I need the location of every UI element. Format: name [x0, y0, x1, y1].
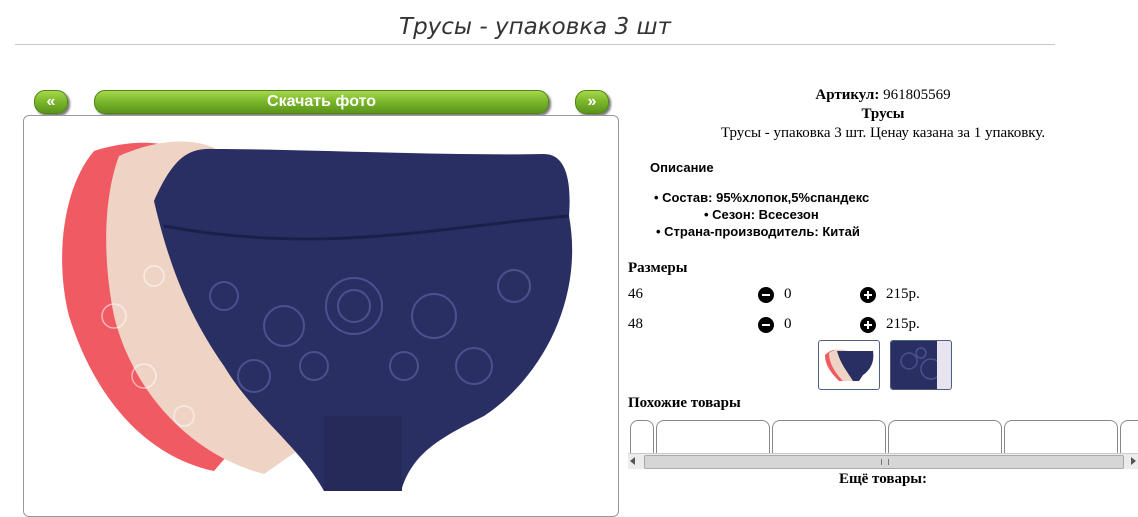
- quantity-value: 0: [784, 286, 792, 302]
- size-value: 46: [628, 286, 643, 302]
- download-photo-button[interactable]: Скачать фото: [94, 90, 549, 114]
- product-image: [62, 141, 573, 491]
- thumbnail-image: [891, 341, 951, 389]
- product-short-description: Трусы - упаковка 3 шт. Ценау казана за 1…: [720, 125, 1046, 141]
- scroll-left-icon[interactable]: [630, 457, 635, 465]
- title-divider: [15, 44, 1055, 45]
- horizontal-scrollbar[interactable]: [628, 453, 1138, 469]
- article-value: 961805569: [883, 87, 951, 103]
- detail-item: • Состав: 95%хлопок,5%спандекс: [654, 190, 870, 205]
- thumbnail-1[interactable]: [818, 340, 880, 390]
- similar-product-card[interactable]: [656, 420, 770, 456]
- detail-item: • Страна-производитель: Китай: [656, 224, 860, 239]
- minus-icon[interactable]: [758, 317, 774, 333]
- plus-icon[interactable]: [860, 287, 876, 303]
- product-photo[interactable]: [23, 115, 619, 517]
- scrollbar-thumb[interactable]: [644, 455, 1124, 469]
- article-label: Артикул:: [815, 87, 880, 103]
- sizes-heading: Размеры: [628, 260, 688, 276]
- prev-photo-button[interactable]: «: [34, 90, 68, 114]
- scroll-right-icon[interactable]: [1131, 457, 1136, 465]
- page-title: Трусы - упаковка 3 шт: [399, 14, 671, 40]
- quantity-value: 0: [784, 316, 792, 332]
- similar-product-card[interactable]: [1120, 420, 1138, 456]
- thumbnail-2[interactable]: [890, 340, 952, 390]
- price-value: 215р.: [886, 316, 920, 332]
- detail-item: • Сезон: Всесезон: [704, 207, 819, 222]
- description-heading: Описание: [650, 160, 714, 175]
- similar-product-card[interactable]: [630, 420, 654, 456]
- thumbnail-image: [825, 349, 874, 381]
- plus-icon[interactable]: [860, 317, 876, 333]
- price-value: 215р.: [886, 286, 920, 302]
- more-products-heading: Ещё товары:: [838, 471, 928, 487]
- minus-icon[interactable]: [758, 287, 774, 303]
- grip-icon: [881, 459, 889, 465]
- next-photo-button[interactable]: »: [575, 90, 609, 114]
- similar-products-heading: Похожие товары: [628, 395, 741, 411]
- similar-product-card[interactable]: [888, 420, 1002, 456]
- similar-product-card[interactable]: [772, 420, 886, 456]
- similar-product-card[interactable]: [1004, 420, 1118, 456]
- size-value: 48: [628, 316, 643, 332]
- product-category: Трусы: [861, 106, 905, 122]
